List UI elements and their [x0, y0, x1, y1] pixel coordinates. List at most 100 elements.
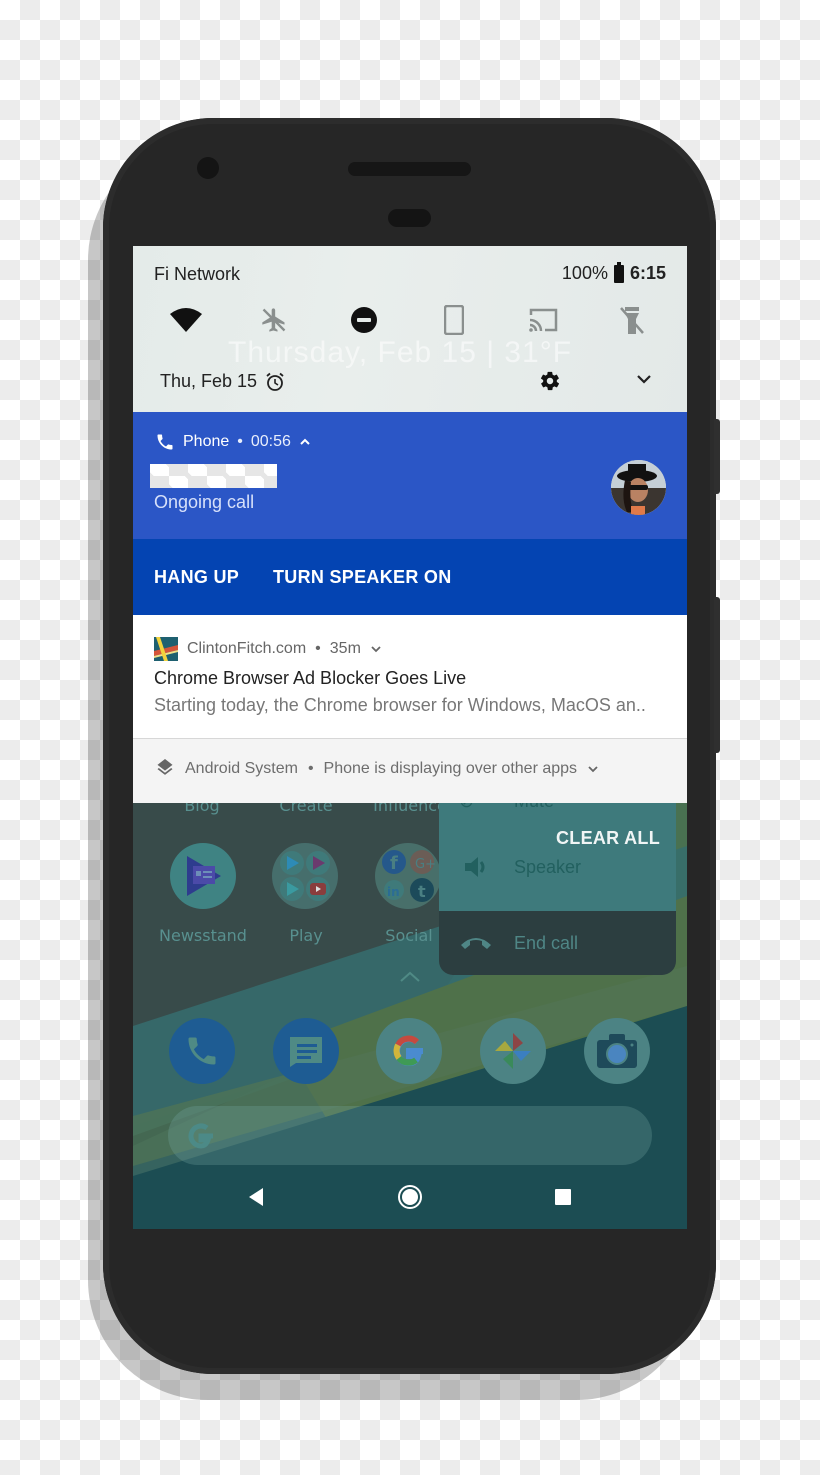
system-message: Phone is displaying over other apps	[323, 760, 578, 777]
end-call-icon	[461, 938, 491, 949]
call-notification[interactable]: Phone • 00:56 Ongoing call HANG UP TURN …	[133, 412, 687, 615]
quick-settings-panel: Fi Network 100% 6:15 Thursday, Feb 15 | …	[133, 246, 687, 412]
app-label-newsstand: Newsstand	[159, 926, 247, 945]
call-status: Ongoing call	[154, 492, 255, 512]
phone-screen: Blog Create Influence Newsstand Play f G+…	[133, 246, 687, 1229]
home-icon	[398, 1185, 422, 1209]
tile-auto-rotate[interactable]	[434, 302, 474, 338]
nav-back-button[interactable]	[241, 1184, 271, 1210]
carrier-name: Fi Network	[154, 264, 241, 284]
call-actions-bar: HANG UP TURN SPEAKER ON	[133, 539, 687, 615]
tile-airplane-mode[interactable]	[254, 302, 294, 338]
recents-icon	[555, 1189, 571, 1205]
flashlight-off-icon	[620, 307, 644, 334]
airplane-mode-off-icon	[262, 308, 286, 332]
hang-up-button[interactable]: HANG UP	[154, 567, 239, 588]
app-drawer-arrow-icon[interactable]	[399, 971, 421, 983]
article-notification[interactable]: ClintonFitch.com • 35m Chrome Browser Ad…	[133, 615, 687, 739]
svg-text:f: f	[390, 853, 398, 874]
camera-app-icon	[597, 1034, 637, 1068]
wifi-icon	[170, 308, 202, 332]
clintonfitch-logo-icon	[154, 637, 178, 661]
date-row: Thu, Feb 15	[160, 371, 285, 392]
battery-icon	[613, 261, 624, 283]
settings-gear-icon[interactable]	[539, 370, 561, 392]
call-notification-body[interactable]: Phone • 00:56 Ongoing call	[133, 412, 687, 539]
dock-google[interactable]	[376, 1018, 442, 1084]
folder-social[interactable]: f G+ in t	[375, 843, 441, 909]
system-source: Android System	[185, 760, 298, 777]
svg-text:t: t	[418, 882, 426, 901]
article-title: Chrome Browser Ad Blocker Goes Live	[154, 668, 467, 688]
expand-chevron-icon[interactable]	[635, 370, 653, 388]
collapse-chevron-icon[interactable]	[299, 437, 311, 447]
article-age: 35m	[329, 640, 361, 657]
power-button	[714, 419, 720, 494]
tile-wifi[interactable]	[166, 302, 206, 338]
play-folder-icon	[280, 851, 330, 901]
app-label-play: Play	[289, 926, 323, 945]
expand-chevron-icon[interactable]	[587, 764, 599, 774]
messages-app-icon	[290, 1037, 322, 1067]
phone-app-icon	[188, 1037, 216, 1065]
status-bar-right: 100% 6:15	[561, 261, 666, 284]
dock-photos[interactable]	[480, 1018, 546, 1084]
system-notification-row: Android System • Phone is displaying ove…	[155, 759, 599, 779]
caller-photo	[611, 460, 666, 515]
front-camera	[197, 157, 219, 179]
volume-button	[714, 597, 720, 753]
turn-speaker-on-button[interactable]: TURN SPEAKER ON	[273, 567, 452, 588]
article-notification-header: ClintonFitch.com • 35m	[154, 637, 382, 661]
portrait-phone-icon	[444, 305, 464, 335]
cast-icon	[529, 308, 558, 332]
google-app-icon	[393, 1035, 423, 1067]
svg-text:in: in	[387, 885, 400, 899]
separator-dot: •	[307, 760, 314, 777]
speaker-icon	[465, 857, 485, 877]
call-app-name: Phone	[183, 433, 230, 450]
folder-play[interactable]	[272, 843, 338, 909]
call-notification-header: Phone • 00:56	[155, 432, 311, 452]
article-source: ClintonFitch.com	[187, 640, 307, 657]
call-menu-speaker[interactable]: Speaker	[514, 857, 581, 878]
battery-percent: 100%	[561, 263, 608, 283]
call-menu-end-call[interactable]: End call	[514, 933, 578, 954]
quick-settings-tiles	[133, 302, 687, 338]
do-not-disturb-icon	[351, 307, 377, 333]
photos-app-icon	[495, 1033, 531, 1069]
proximity-sensor	[388, 209, 431, 227]
ghost-date-weather: Thursday, Feb 15 | 31°F	[228, 336, 573, 369]
google-g-icon	[188, 1123, 213, 1149]
redacted-caller-name	[150, 464, 277, 488]
svg-text:G+: G+	[415, 857, 436, 872]
newsstand-icon	[187, 856, 221, 896]
caller-avatar	[611, 460, 666, 515]
expand-chevron-icon[interactable]	[370, 644, 382, 654]
article-excerpt: Starting today, the Chrome browser for W…	[154, 695, 646, 715]
earpiece-speaker	[348, 162, 471, 176]
tile-flashlight[interactable]	[612, 302, 652, 338]
separator-dot: •	[237, 433, 243, 450]
nav-home-button[interactable]	[395, 1184, 425, 1210]
system-notification[interactable]: Android System • Phone is displaying ove…	[133, 739, 687, 803]
clock: 6:15	[629, 263, 666, 283]
alarm-icon[interactable]	[265, 372, 285, 392]
call-menu-mute[interactable]: Mute	[514, 803, 554, 812]
app-newsstand[interactable]	[170, 843, 236, 909]
dock-camera[interactable]	[584, 1018, 650, 1084]
mute-icon: ⊘	[459, 803, 474, 812]
nav-recents-button[interactable]	[548, 1184, 578, 1210]
layers-icon	[157, 759, 173, 775]
dock-messages[interactable]	[273, 1018, 339, 1084]
call-duration: 00:56	[250, 433, 291, 450]
date-label[interactable]: Thu, Feb 15	[160, 371, 257, 392]
dock-phone[interactable]	[169, 1018, 235, 1084]
tile-do-not-disturb[interactable]	[344, 302, 384, 338]
tile-cast[interactable]	[523, 302, 563, 338]
google-search-bar[interactable]	[168, 1106, 652, 1165]
phone-icon	[157, 434, 173, 450]
back-icon	[249, 1188, 263, 1206]
social-folder-icon: f G+ in t	[382, 850, 436, 902]
separator-dot: •	[315, 640, 321, 657]
clear-all-button[interactable]: CLEAR ALL	[556, 828, 660, 849]
